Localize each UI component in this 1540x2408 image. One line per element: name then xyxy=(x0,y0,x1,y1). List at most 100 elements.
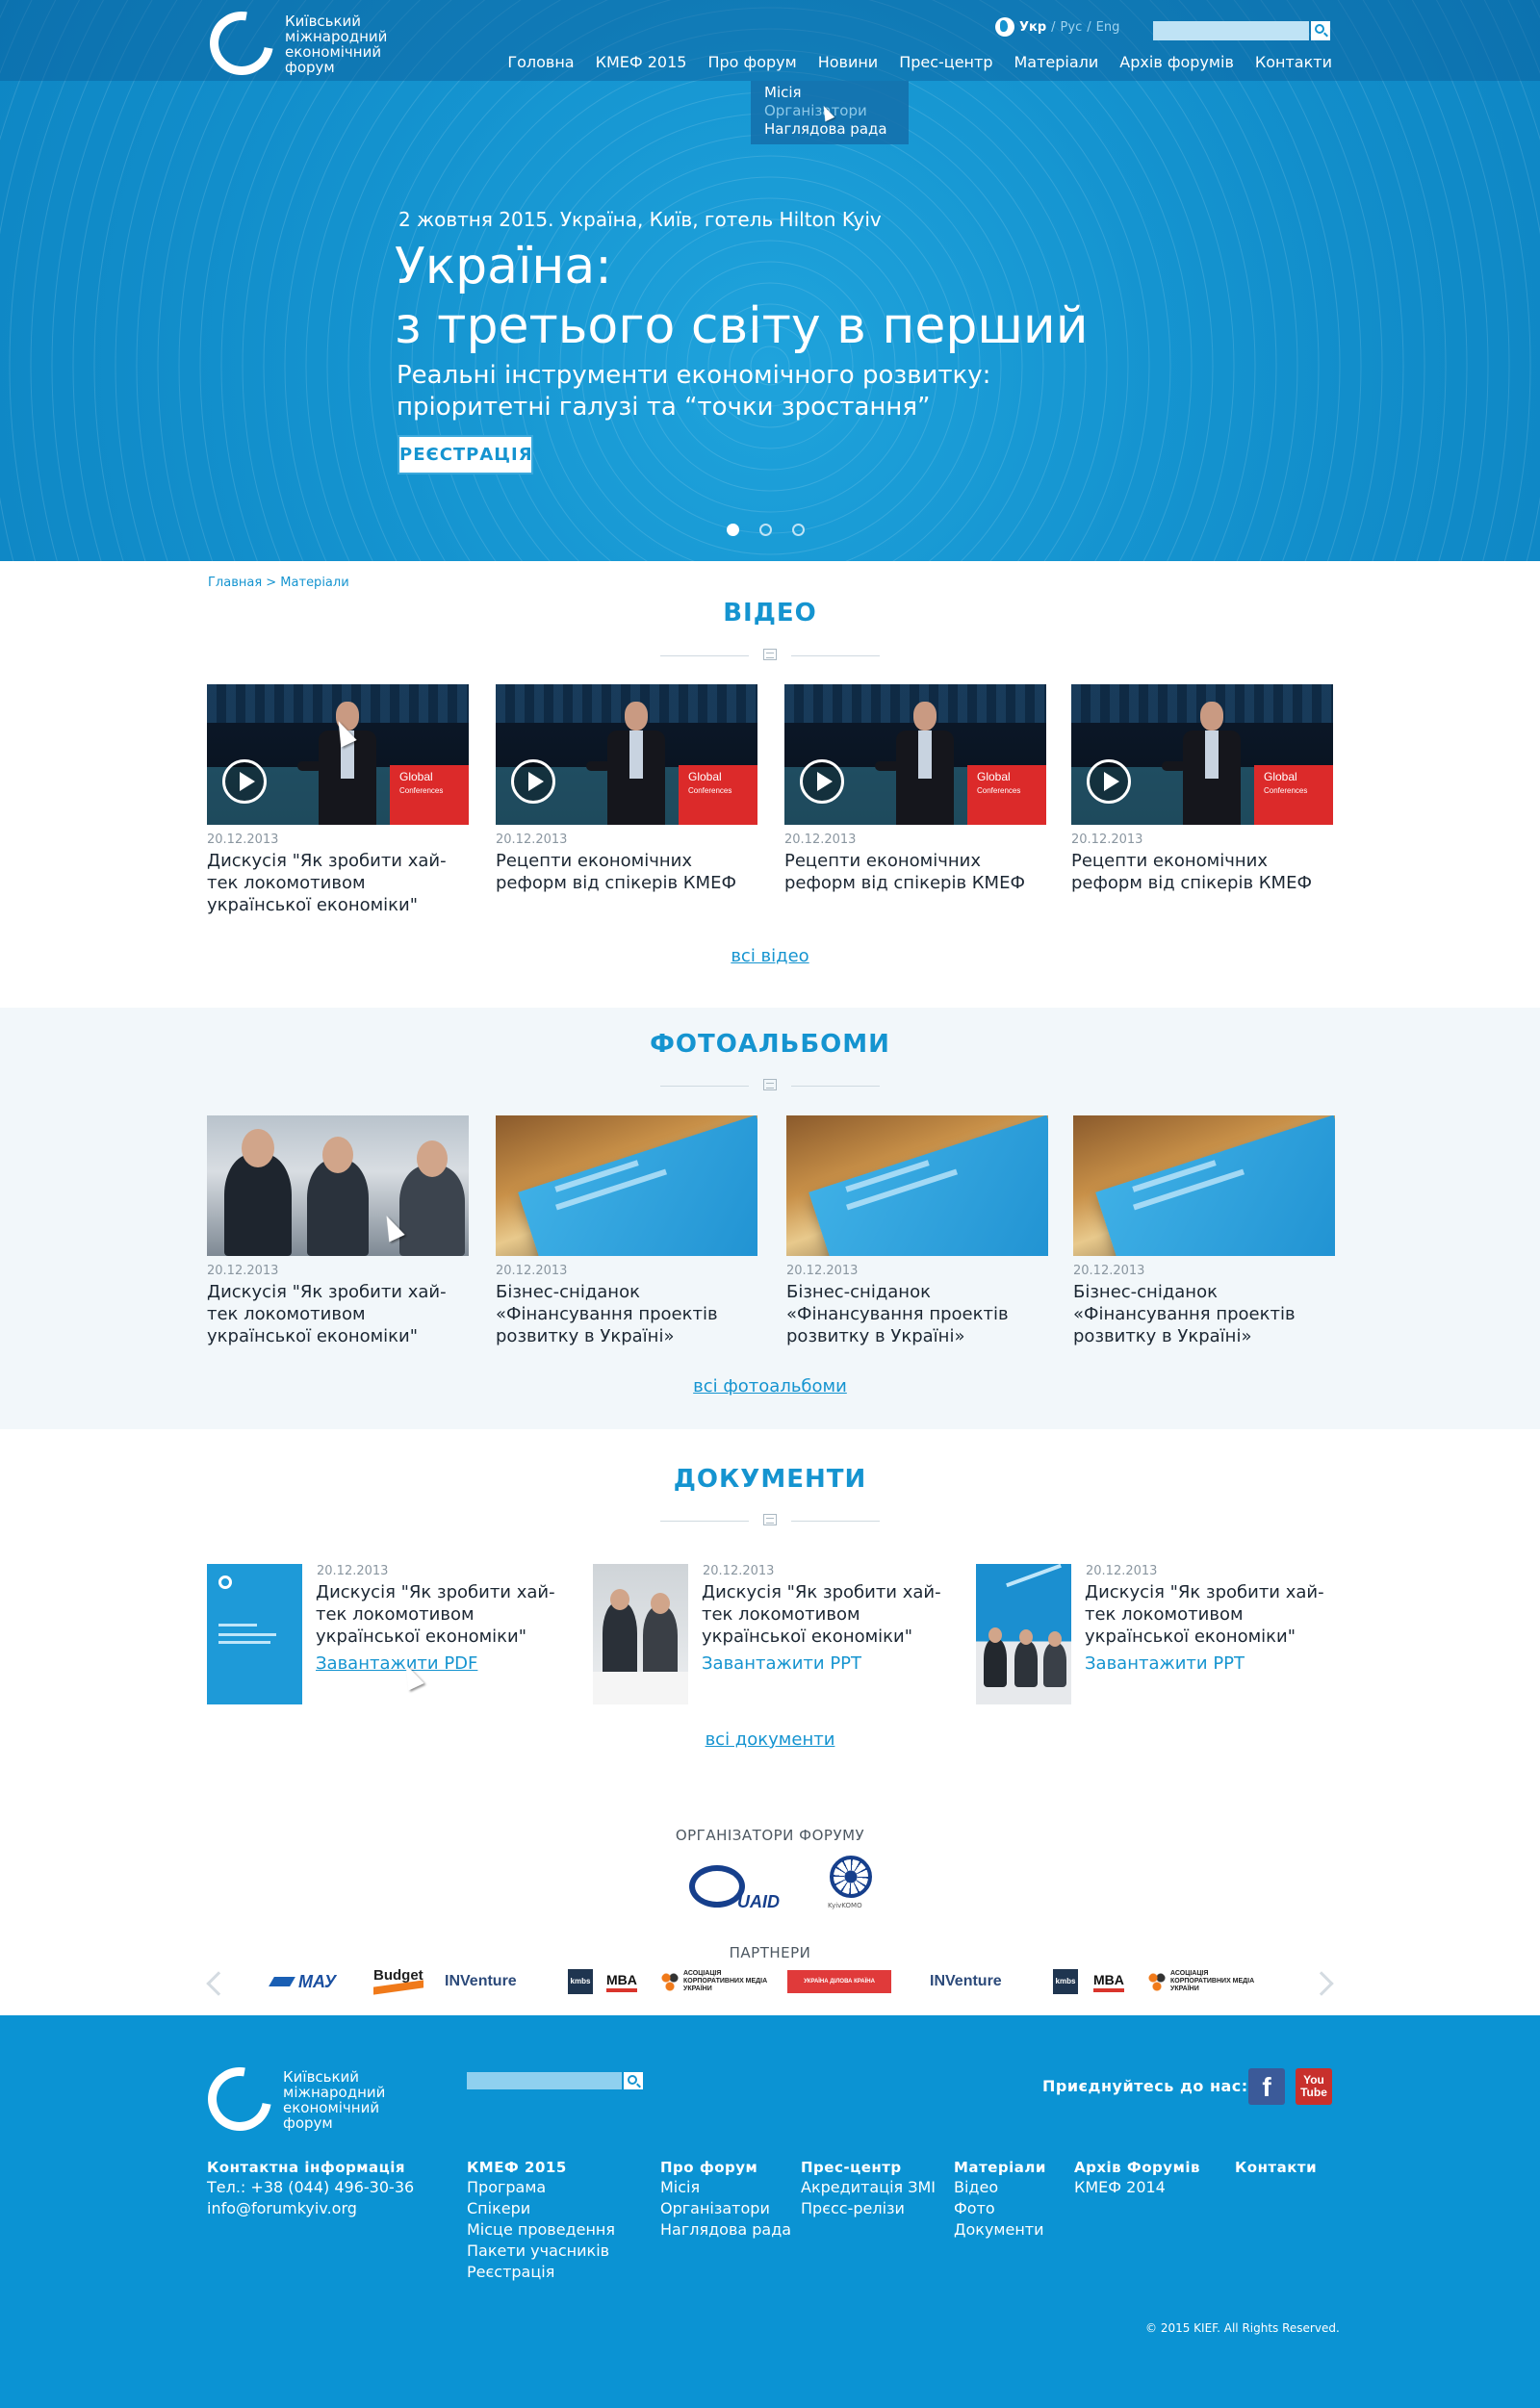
download-ppt-link[interactable]: Завантажити PPT xyxy=(1085,1653,1245,1674)
photo-title[interactable]: Бізнес-сніданок «Фінансування проектів р… xyxy=(1073,1281,1335,1347)
partner-logo-inventure[interactable]: INVenture xyxy=(445,1967,552,1996)
partners-prev-arrow-icon[interactable] xyxy=(206,1971,231,1996)
slider-dot-1[interactable] xyxy=(727,524,739,536)
lang-rus[interactable]: Рус xyxy=(1061,20,1083,35)
lang-eng[interactable]: Eng xyxy=(1096,20,1120,35)
document-title[interactable]: Дискусія "Як зробити хай-тек локомотивом… xyxy=(702,1581,962,1648)
all-photos-link[interactable]: всі фотоальбоми xyxy=(0,1376,1540,1396)
organizer-logo-kyivkomo[interactable]: KyivKOMO xyxy=(826,1856,876,1915)
hero-subtitle: Реальні інструменти економічного розвитк… xyxy=(397,361,991,422)
footer-search-input[interactable] xyxy=(467,2072,622,2089)
video-section-title: ВІДЕО xyxy=(723,599,817,628)
lang-separator: / xyxy=(1087,19,1091,35)
register-button[interactable]: РЕЄСТРАЦІЯ xyxy=(398,435,533,474)
photo-thumbnail[interactable] xyxy=(496,1115,757,1256)
document-item: 20.12.2013 Дискусія "Як зробити хай-тек … xyxy=(976,1564,1342,1708)
play-icon[interactable] xyxy=(222,759,267,804)
photo-title[interactable]: Бізнес-сніданок «Фінансування проектів р… xyxy=(786,1281,1048,1347)
all-videos-link[interactable]: всі відео xyxy=(0,946,1540,966)
documents-section-title: ДОКУМЕНТИ xyxy=(673,1465,867,1494)
lang-separator: / xyxy=(1051,19,1056,35)
video-title[interactable]: Рецепти економічних реформ від спікерів … xyxy=(784,850,1046,894)
partner-logo-mau[interactable]: МАУ xyxy=(269,1967,358,1996)
footer-search xyxy=(467,2072,644,2091)
organizer-logo-uaid[interactable]: UAID xyxy=(689,1863,797,1911)
partner-logo-corporate-media[interactable]: АСОЦІАЦІЯ КОРПОРАТИВНИХ МЕДІА УКРАЇНИ xyxy=(1147,1967,1261,1996)
dropdown-item-mission[interactable]: Місія xyxy=(764,84,895,102)
youtube-icon[interactable]: You Tube xyxy=(1296,2068,1332,2105)
nav-about[interactable]: Про форум xyxy=(707,53,796,71)
divider-icon xyxy=(763,1079,777,1090)
photo-thumbnail[interactable] xyxy=(1073,1115,1335,1256)
partner-logo-ukraine-business[interactable]: УКРАЇНА ДІЛОВА КРАЇНА xyxy=(787,1967,891,1996)
footer-search-button[interactable] xyxy=(624,2072,643,2089)
footer-col-about: Про форум Місія Організатори Наглядова р… xyxy=(660,2159,792,2239)
thumb-caption: Global Conferences xyxy=(1264,770,1308,796)
slider-dots xyxy=(727,524,805,536)
partner-logo-budget[interactable]: Budget xyxy=(373,1967,429,1996)
video-thumbnail[interactable]: Global Conferences xyxy=(784,684,1046,825)
thumb-caption: Global Conferences xyxy=(977,770,1021,796)
document-cover[interactable] xyxy=(593,1564,688,1704)
partner-logo-kmbs[interactable]: kmbs xyxy=(568,1967,593,1996)
download-ppt-link[interactable]: Завантажити PPT xyxy=(702,1653,861,1674)
nav-home[interactable]: Головна xyxy=(507,53,574,71)
video-title[interactable]: Рецепти економічних реформ від спікерів … xyxy=(496,850,757,894)
partner-logo-inventure[interactable]: INVenture xyxy=(930,1967,1038,1996)
nav-materials[interactable]: Матеріали xyxy=(1014,53,1098,71)
partners-title: ПАРТНЕРИ xyxy=(729,1944,811,1961)
video-title[interactable]: Дискусія "Як зробити хай-тек локомотивом… xyxy=(207,850,469,916)
search-icon xyxy=(628,2075,637,2085)
play-icon[interactable] xyxy=(511,759,555,804)
photo-title[interactable]: Дискусія "Як зробити хай-тек локомотивом… xyxy=(207,1281,469,1347)
nav-news[interactable]: Новини xyxy=(818,53,879,71)
photo-thumbnail[interactable] xyxy=(786,1115,1048,1256)
lang-ukr[interactable]: Укр xyxy=(1019,20,1046,35)
video-date: 20.12.2013 xyxy=(496,833,568,847)
dropdown-item-board[interactable]: Наглядова рада xyxy=(764,120,895,139)
facebook-icon[interactable]: f xyxy=(1248,2068,1285,2105)
download-pdf-link[interactable]: Завантажити PDF xyxy=(316,1653,477,1674)
photo-thumbnail[interactable] xyxy=(207,1115,469,1256)
breadcrumb[interactable]: Главная > Матеріали xyxy=(208,576,349,590)
partner-logo-mba[interactable]: MBA xyxy=(606,1967,649,1996)
nav-archive[interactable]: Архів форумів xyxy=(1119,53,1234,71)
video-thumbnail[interactable]: Global Conferences xyxy=(1071,684,1333,825)
video-title[interactable]: Рецепти економічних реформ від спікерів … xyxy=(1071,850,1333,894)
search-input[interactable] xyxy=(1153,21,1309,40)
footer-col-press: Прес-центр Акредитація ЗМІ Прєсс-релізи xyxy=(801,2159,937,2217)
partners-next-arrow-icon[interactable] xyxy=(1309,1971,1334,1996)
footer-logo[interactable]: Київський міжнародний економічний форум xyxy=(195,2055,400,2143)
section-divider xyxy=(660,1514,880,1527)
document-cover[interactable] xyxy=(207,1564,302,1704)
document-title[interactable]: Дискусія "Як зробити хай-тек локомотивом… xyxy=(1085,1581,1345,1648)
play-icon[interactable] xyxy=(1087,759,1131,804)
video-date: 20.12.2013 xyxy=(207,833,279,847)
slider-dot-3[interactable] xyxy=(792,524,805,536)
partner-logo-mba[interactable]: MBA xyxy=(1093,1967,1136,1996)
nav-kmef-2015[interactable]: КМЕФ 2015 xyxy=(596,53,687,71)
document-date: 20.12.2013 xyxy=(1086,1564,1158,1578)
nav-press[interactable]: Прес-центр xyxy=(899,53,992,71)
all-documents-link[interactable]: всі документи xyxy=(0,1729,1540,1750)
play-icon[interactable] xyxy=(800,759,844,804)
slider-dot-2[interactable] xyxy=(759,524,772,536)
search-button[interactable] xyxy=(1311,21,1330,40)
photo-title[interactable]: Бізнес-сніданок «Фінансування проектів р… xyxy=(496,1281,757,1347)
video-date: 20.12.2013 xyxy=(784,833,857,847)
video-thumbnail[interactable]: Global Conferences xyxy=(496,684,757,825)
globe-icon xyxy=(995,17,1014,37)
footer-email[interactable]: info@forumkyiv.org xyxy=(207,2198,414,2219)
copyright: © 2015 KIEF. All Rights Reserved. xyxy=(1145,2321,1340,2335)
divider-icon xyxy=(763,1514,777,1525)
nav-contacts[interactable]: Контакти xyxy=(1255,53,1332,71)
document-item: 20.12.2013 Дискусія "Як зробити хай-тек … xyxy=(593,1564,959,1708)
partner-logo-corporate-media[interactable]: АСОЦІАЦІЯ КОРПОРАТИВНИХ МЕДІА УКРАЇНИ xyxy=(660,1967,774,1996)
partner-logo-kmbs[interactable]: kmbs xyxy=(1053,1967,1078,1996)
document-title[interactable]: Дискусія "Як зробити хай-тек локомотивом… xyxy=(316,1581,576,1648)
document-cover[interactable] xyxy=(976,1564,1071,1704)
site-logo[interactable]: Київський міжнародний економічний форум xyxy=(197,0,402,88)
hero-banner: Київський міжнародний економічний форум … xyxy=(0,0,1540,561)
video-thumbnail[interactable]: Global Conferences xyxy=(207,684,469,825)
footer-col-kmef: КМЕФ 2015 Програма Спікери Місце проведе… xyxy=(467,2159,615,2281)
